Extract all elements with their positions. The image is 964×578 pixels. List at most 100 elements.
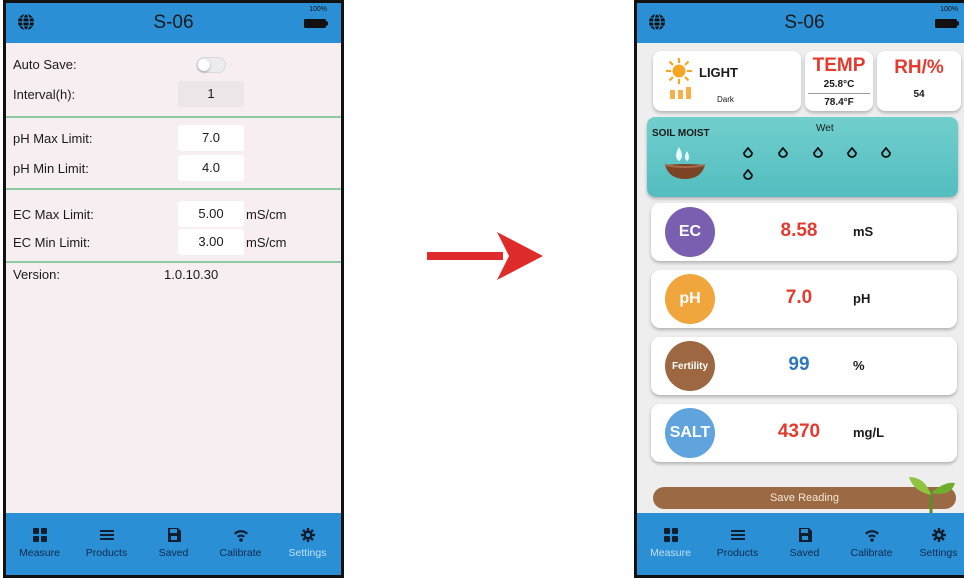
save-icon — [167, 528, 181, 542]
version-label: Version: — [13, 267, 60, 282]
temp-celsius: 25.8°C — [823, 79, 855, 90]
light-level-text: Dark — [717, 95, 734, 104]
interval-input[interactable]: 1 — [178, 81, 244, 107]
soil-moisture-panel: SOIL MOIST Wet — [647, 117, 958, 197]
salt-badge: SALT — [665, 408, 715, 458]
drop-icon — [813, 147, 823, 158]
gear-icon — [300, 528, 315, 542]
tab-saved[interactable]: Saved — [771, 513, 838, 575]
ec-max-input[interactable]: 5.00 — [178, 201, 244, 227]
tab-label: Calibrate — [219, 547, 262, 559]
divider — [6, 188, 341, 190]
temp-fahrenheit: 78.4°F — [824, 97, 854, 108]
ec-min-label: EC Min Limit: — [13, 235, 91, 250]
battery-percent: 100% — [940, 6, 958, 13]
settings-screen: S-06 100% Auto Save: Interval(h): 1 pH M… — [3, 0, 344, 578]
ph-unit: pH — [853, 291, 871, 306]
auto-save-row: Auto Save: — [6, 49, 341, 79]
tab-label: Measure — [650, 547, 691, 559]
ph-max-input[interactable]: 7.0 — [178, 125, 244, 151]
save-icon — [798, 528, 812, 542]
drop-icon — [778, 147, 788, 158]
settings-form: Auto Save: Interval(h): 1 pH Max Limit: … — [6, 43, 341, 513]
humidity-label: RH/% — [894, 57, 944, 78]
globe-icon[interactable] — [16, 12, 36, 32]
ph-max-row: pH Max Limit: 7.0 — [6, 123, 341, 153]
light-label: LIGHT — [699, 65, 738, 80]
salt-card: SALT 4370 mg/L — [651, 404, 957, 462]
tab-calibrate[interactable]: Calibrate — [207, 513, 274, 575]
humidity-card: RH/% 54 — [877, 51, 961, 111]
device-title: S-06 — [784, 12, 825, 33]
temp-divider — [808, 93, 870, 94]
light-card: LIGHT Dark — [653, 51, 801, 111]
ph-card: pH 7.0 pH — [651, 270, 957, 328]
ec-unit: mS — [853, 224, 874, 239]
interval-row: Interval(h): 1 — [6, 79, 341, 109]
battery-percent: 100% — [309, 6, 327, 13]
ec-min-input[interactable]: 3.00 — [178, 229, 244, 255]
tab-label: Settings — [919, 547, 958, 559]
ec-card: EC 8.58 mS — [651, 203, 957, 261]
temp-label: TEMP — [812, 55, 866, 76]
ec-value: 8.58 — [780, 220, 818, 241]
light-level-bars-icon — [670, 87, 691, 99]
tab-products[interactable]: Products — [704, 513, 771, 575]
tab-calibrate[interactable]: Calibrate — [838, 513, 905, 575]
interval-label: Interval(h): — [13, 87, 76, 102]
tab-label: Settings — [288, 547, 327, 559]
tab-measure[interactable]: Measure — [637, 513, 704, 575]
ph-badge: pH — [665, 274, 715, 324]
temp-card: TEMP 25.8°C 78.4°F — [805, 51, 873, 111]
ec-max-unit: mS/cm — [246, 207, 287, 222]
tab-settings[interactable]: Settings — [274, 513, 341, 575]
fertility-badge: Fertility — [665, 341, 715, 391]
list-icon — [99, 530, 114, 540]
list-icon — [730, 530, 745, 540]
battery-icon — [935, 19, 959, 28]
tab-label: Saved — [789, 547, 820, 559]
tab-bar: Measure Products Saved Calibrate Setting… — [6, 513, 341, 575]
drop-icon — [847, 147, 857, 158]
ec-max-row: EC Max Limit: 5.00 mS/cm — [6, 199, 341, 229]
drop-icon — [881, 147, 891, 158]
salt-value: 4370 — [777, 421, 821, 442]
tab-measure[interactable]: Measure — [6, 513, 73, 575]
salt-unit: mg/L — [853, 425, 885, 440]
fertility-value: 99 — [788, 354, 810, 375]
tab-products[interactable]: Products — [73, 513, 140, 575]
version-value: 1.0.10.30 — [164, 267, 219, 282]
ph-min-row: pH Min Limit: 4.0 — [6, 153, 341, 183]
drop-icon — [743, 147, 753, 158]
tab-label: Measure — [19, 547, 60, 559]
ec-min-row: EC Min Limit: 3.00 mS/cm — [6, 227, 341, 257]
grid-icon — [32, 528, 47, 542]
soil-bowl-icon — [664, 147, 706, 179]
fertility-unit: % — [853, 358, 865, 373]
auto-save-label: Auto Save: — [13, 57, 77, 72]
tab-bar: Measure Products Saved Calibrate Setting… — [637, 513, 964, 575]
ec-badge: EC — [665, 207, 715, 257]
ph-min-input[interactable]: 4.0 — [178, 155, 244, 181]
right-arrow-icon — [427, 232, 543, 280]
soil-moisture-level-text: Wet — [816, 123, 834, 134]
status-bar: S-06 100% — [637, 3, 964, 43]
globe-icon[interactable] — [647, 12, 667, 32]
tab-settings[interactable]: Settings — [905, 513, 964, 575]
tab-label: Saved — [158, 547, 189, 559]
status-bar: S-06 100% — [6, 3, 341, 43]
tab-label: Products — [716, 547, 759, 559]
battery-icon — [304, 19, 328, 28]
measure-screen: S-06 100% LIGHT Dark TEMP 25.8°C 78.4°F … — [634, 0, 964, 578]
grid-icon — [663, 528, 678, 542]
ph-value: 7.0 — [785, 287, 813, 308]
humidity-value: 54 — [913, 89, 925, 100]
tab-saved[interactable]: Saved — [140, 513, 207, 575]
gear-icon — [931, 528, 946, 542]
ph-min-label: pH Min Limit: — [13, 161, 89, 176]
auto-save-toggle[interactable] — [196, 57, 226, 73]
fertility-card: Fertility 99 % — [651, 337, 957, 395]
ec-max-label: EC Max Limit: — [13, 207, 94, 222]
ph-max-label: pH Max Limit: — [13, 131, 93, 146]
wifi-icon — [233, 530, 248, 542]
